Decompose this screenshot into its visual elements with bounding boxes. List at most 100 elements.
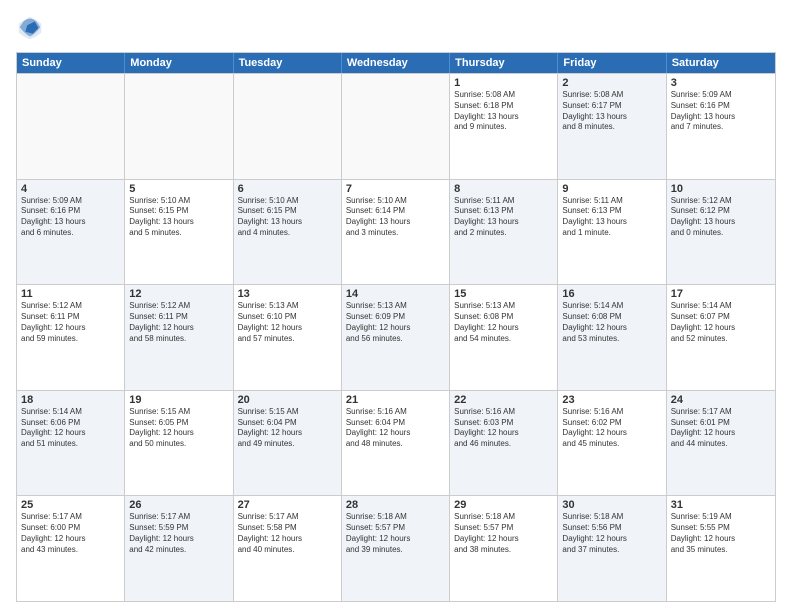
header xyxy=(16,14,776,42)
cell-content: Sunrise: 5:17 AM Sunset: 6:00 PM Dayligh… xyxy=(21,512,120,555)
cal-week: 11Sunrise: 5:12 AM Sunset: 6:11 PM Dayli… xyxy=(17,284,775,390)
day-number: 21 xyxy=(346,394,445,406)
cal-header-cell: Wednesday xyxy=(342,53,450,73)
cell-content: Sunrise: 5:10 AM Sunset: 6:15 PM Dayligh… xyxy=(129,196,228,239)
cell-content: Sunrise: 5:08 AM Sunset: 6:18 PM Dayligh… xyxy=(454,90,553,133)
day-number: 26 xyxy=(129,499,228,511)
cal-cell: 23Sunrise: 5:16 AM Sunset: 6:02 PM Dayli… xyxy=(558,391,666,496)
page: SundayMondayTuesdayWednesdayThursdayFrid… xyxy=(0,0,792,612)
day-number: 12 xyxy=(129,288,228,300)
day-number: 25 xyxy=(21,499,120,511)
day-number: 28 xyxy=(346,499,445,511)
cal-cell: 7Sunrise: 5:10 AM Sunset: 6:14 PM Daylig… xyxy=(342,180,450,285)
cal-cell: 18Sunrise: 5:14 AM Sunset: 6:06 PM Dayli… xyxy=(17,391,125,496)
cell-content: Sunrise: 5:11 AM Sunset: 6:13 PM Dayligh… xyxy=(454,196,553,239)
cal-week: 4Sunrise: 5:09 AM Sunset: 6:16 PM Daylig… xyxy=(17,179,775,285)
cell-content: Sunrise: 5:13 AM Sunset: 6:10 PM Dayligh… xyxy=(238,301,337,344)
day-number: 20 xyxy=(238,394,337,406)
day-number: 18 xyxy=(21,394,120,406)
day-number: 30 xyxy=(562,499,661,511)
cell-content: Sunrise: 5:17 AM Sunset: 5:59 PM Dayligh… xyxy=(129,512,228,555)
cal-cell: 6Sunrise: 5:10 AM Sunset: 6:15 PM Daylig… xyxy=(234,180,342,285)
cal-cell: 22Sunrise: 5:16 AM Sunset: 6:03 PM Dayli… xyxy=(450,391,558,496)
cal-cell: 27Sunrise: 5:17 AM Sunset: 5:58 PM Dayli… xyxy=(234,496,342,601)
cal-cell: 31Sunrise: 5:19 AM Sunset: 5:55 PM Dayli… xyxy=(667,496,775,601)
cal-cell: 29Sunrise: 5:18 AM Sunset: 5:57 PM Dayli… xyxy=(450,496,558,601)
cal-week: 18Sunrise: 5:14 AM Sunset: 6:06 PM Dayli… xyxy=(17,390,775,496)
cal-cell: 1Sunrise: 5:08 AM Sunset: 6:18 PM Daylig… xyxy=(450,74,558,179)
cell-content: Sunrise: 5:08 AM Sunset: 6:17 PM Dayligh… xyxy=(562,90,661,133)
cal-cell: 14Sunrise: 5:13 AM Sunset: 6:09 PM Dayli… xyxy=(342,285,450,390)
cal-cell: 30Sunrise: 5:18 AM Sunset: 5:56 PM Dayli… xyxy=(558,496,666,601)
day-number: 31 xyxy=(671,499,771,511)
cell-content: Sunrise: 5:14 AM Sunset: 6:06 PM Dayligh… xyxy=(21,407,120,450)
cal-cell: 28Sunrise: 5:18 AM Sunset: 5:57 PM Dayli… xyxy=(342,496,450,601)
cell-content: Sunrise: 5:16 AM Sunset: 6:03 PM Dayligh… xyxy=(454,407,553,450)
cell-content: Sunrise: 5:19 AM Sunset: 5:55 PM Dayligh… xyxy=(671,512,771,555)
calendar: SundayMondayTuesdayWednesdayThursdayFrid… xyxy=(16,52,776,602)
day-number: 9 xyxy=(562,183,661,195)
cell-content: Sunrise: 5:10 AM Sunset: 6:15 PM Dayligh… xyxy=(238,196,337,239)
cell-content: Sunrise: 5:18 AM Sunset: 5:57 PM Dayligh… xyxy=(346,512,445,555)
day-number: 19 xyxy=(129,394,228,406)
day-number: 17 xyxy=(671,288,771,300)
cell-content: Sunrise: 5:09 AM Sunset: 6:16 PM Dayligh… xyxy=(21,196,120,239)
logo xyxy=(16,14,48,42)
cal-cell: 21Sunrise: 5:16 AM Sunset: 6:04 PM Dayli… xyxy=(342,391,450,496)
day-number: 13 xyxy=(238,288,337,300)
cal-cell: 8Sunrise: 5:11 AM Sunset: 6:13 PM Daylig… xyxy=(450,180,558,285)
cell-content: Sunrise: 5:09 AM Sunset: 6:16 PM Dayligh… xyxy=(671,90,771,133)
day-number: 24 xyxy=(671,394,771,406)
cell-content: Sunrise: 5:10 AM Sunset: 6:14 PM Dayligh… xyxy=(346,196,445,239)
cal-cell: 11Sunrise: 5:12 AM Sunset: 6:11 PM Dayli… xyxy=(17,285,125,390)
cal-cell xyxy=(125,74,233,179)
cal-cell: 25Sunrise: 5:17 AM Sunset: 6:00 PM Dayli… xyxy=(17,496,125,601)
cal-header-cell: Friday xyxy=(558,53,666,73)
cell-content: Sunrise: 5:18 AM Sunset: 5:57 PM Dayligh… xyxy=(454,512,553,555)
cell-content: Sunrise: 5:17 AM Sunset: 6:01 PM Dayligh… xyxy=(671,407,771,450)
cell-content: Sunrise: 5:15 AM Sunset: 6:04 PM Dayligh… xyxy=(238,407,337,450)
day-number: 27 xyxy=(238,499,337,511)
calendar-body: 1Sunrise: 5:08 AM Sunset: 6:18 PM Daylig… xyxy=(17,73,775,601)
day-number: 2 xyxy=(562,77,661,89)
day-number: 22 xyxy=(454,394,553,406)
cal-cell xyxy=(234,74,342,179)
day-number: 23 xyxy=(562,394,661,406)
day-number: 8 xyxy=(454,183,553,195)
cal-cell: 5Sunrise: 5:10 AM Sunset: 6:15 PM Daylig… xyxy=(125,180,233,285)
day-number: 29 xyxy=(454,499,553,511)
cal-cell: 2Sunrise: 5:08 AM Sunset: 6:17 PM Daylig… xyxy=(558,74,666,179)
cal-cell: 17Sunrise: 5:14 AM Sunset: 6:07 PM Dayli… xyxy=(667,285,775,390)
cell-content: Sunrise: 5:17 AM Sunset: 5:58 PM Dayligh… xyxy=(238,512,337,555)
cal-cell xyxy=(17,74,125,179)
cell-content: Sunrise: 5:13 AM Sunset: 6:09 PM Dayligh… xyxy=(346,301,445,344)
cal-cell: 10Sunrise: 5:12 AM Sunset: 6:12 PM Dayli… xyxy=(667,180,775,285)
cell-content: Sunrise: 5:12 AM Sunset: 6:12 PM Dayligh… xyxy=(671,196,771,239)
cell-content: Sunrise: 5:11 AM Sunset: 6:13 PM Dayligh… xyxy=(562,196,661,239)
cal-header-cell: Saturday xyxy=(667,53,775,73)
cell-content: Sunrise: 5:12 AM Sunset: 6:11 PM Dayligh… xyxy=(129,301,228,344)
cell-content: Sunrise: 5:14 AM Sunset: 6:08 PM Dayligh… xyxy=(562,301,661,344)
cell-content: Sunrise: 5:16 AM Sunset: 6:02 PM Dayligh… xyxy=(562,407,661,450)
cal-cell: 19Sunrise: 5:15 AM Sunset: 6:05 PM Dayli… xyxy=(125,391,233,496)
day-number: 10 xyxy=(671,183,771,195)
cal-cell: 16Sunrise: 5:14 AM Sunset: 6:08 PM Dayli… xyxy=(558,285,666,390)
cell-content: Sunrise: 5:15 AM Sunset: 6:05 PM Dayligh… xyxy=(129,407,228,450)
day-number: 15 xyxy=(454,288,553,300)
cal-cell: 4Sunrise: 5:09 AM Sunset: 6:16 PM Daylig… xyxy=(17,180,125,285)
cal-header-cell: Tuesday xyxy=(234,53,342,73)
day-number: 4 xyxy=(21,183,120,195)
cal-header-cell: Thursday xyxy=(450,53,558,73)
day-number: 6 xyxy=(238,183,337,195)
cal-cell xyxy=(342,74,450,179)
logo-icon xyxy=(16,14,44,42)
cal-header-cell: Monday xyxy=(125,53,233,73)
cal-week: 1Sunrise: 5:08 AM Sunset: 6:18 PM Daylig… xyxy=(17,73,775,179)
calendar-header: SundayMondayTuesdayWednesdayThursdayFrid… xyxy=(17,53,775,73)
cell-content: Sunrise: 5:13 AM Sunset: 6:08 PM Dayligh… xyxy=(454,301,553,344)
cell-content: Sunrise: 5:12 AM Sunset: 6:11 PM Dayligh… xyxy=(21,301,120,344)
day-number: 7 xyxy=(346,183,445,195)
cell-content: Sunrise: 5:14 AM Sunset: 6:07 PM Dayligh… xyxy=(671,301,771,344)
cal-header-cell: Sunday xyxy=(17,53,125,73)
cell-content: Sunrise: 5:18 AM Sunset: 5:56 PM Dayligh… xyxy=(562,512,661,555)
